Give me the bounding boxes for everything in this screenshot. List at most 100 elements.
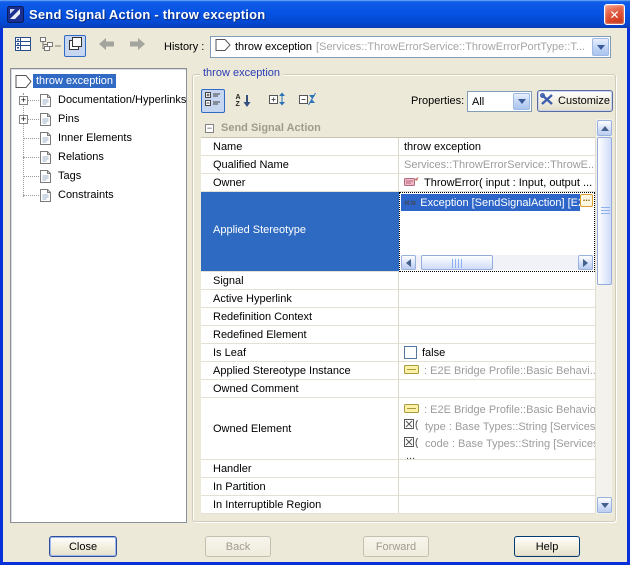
property-row-owned-comment[interactable]: Owned Comment — [201, 380, 595, 398]
expand-all-button[interactable] — [265, 89, 289, 113]
sort-alphabetically-button[interactable]: AZ — [231, 89, 255, 113]
browse-stereotypes-button[interactable]: ... — [580, 194, 593, 207]
property-row-name[interactable]: Name throw exception — [201, 138, 595, 156]
property-row-signal[interactable]: Signal — [201, 272, 595, 290]
cascade-windows-icon — [68, 36, 83, 56]
hscrollbar-thumb[interactable] — [421, 255, 493, 270]
chevron-down-icon — [518, 99, 526, 104]
collapse-minus-icon[interactable]: − — [205, 124, 214, 133]
back-arrow-icon — [99, 37, 115, 55]
tree-connector-stub — [23, 195, 39, 196]
tree-item-documentation[interactable]: + Documentation/Hyperlinks — [11, 91, 186, 110]
history-dropdown[interactable]: throw exception [Services::ThrowErrorSer… — [210, 36, 611, 58]
tree-item-inner-elements[interactable]: Inner Elements — [11, 129, 186, 148]
scroll-down-button[interactable] — [597, 497, 612, 513]
property-row-applied-stereotype[interactable]: Applied Stereotype «» Exception [SendSig… — [201, 192, 595, 272]
properties-dropdown-arrow[interactable] — [513, 93, 530, 110]
section-header-send-signal-action[interactable]: − Send Signal Action — [201, 119, 595, 138]
property-row-redefinition-context[interactable]: Redefinition Context — [201, 308, 595, 326]
property-row-owned-element[interactable]: Owned Element : E2E Bridge Profile::Basi… — [201, 398, 595, 460]
close-icon: ✕ — [609, 8, 619, 22]
properties-filter-value: All — [472, 96, 484, 108]
pin-icon — [404, 419, 420, 434]
stereotype-entry-label: Exception [SendSignalAction] [E2 — [420, 197, 580, 209]
properties-filter-label: Properties: — [411, 95, 464, 107]
vscrollbar-thumb[interactable] — [597, 137, 612, 285]
standard-mode-button[interactable] — [64, 35, 86, 57]
close-button[interactable]: ✕ — [604, 4, 625, 25]
chevron-down-icon — [601, 503, 609, 508]
expand-plus-icon[interactable]: + — [19, 96, 28, 105]
owner-value[interactable]: ThrowError( input : Input, output ... — [424, 177, 592, 189]
tree-view-icon — [39, 36, 55, 56]
document-icon — [39, 93, 52, 111]
tree-item-relations[interactable]: Relations — [11, 148, 186, 167]
send-signal-icon — [215, 38, 231, 57]
chevron-right-icon — [583, 259, 588, 267]
property-row-in-partition[interactable]: In Partition — [201, 478, 595, 496]
scroll-left-button[interactable] — [401, 255, 416, 270]
is-leaf-checkbox[interactable] — [404, 346, 417, 359]
title-bar: Send Signal Action - throw exception ✕ — [0, 0, 630, 28]
tree-connector-stub — [23, 176, 39, 177]
table-vscrollbar[interactable] — [595, 119, 612, 514]
list-view-icon — [15, 37, 31, 56]
owned-element-entry[interactable]: code : Base Types::String [Services: — [404, 436, 595, 453]
tree-item-label: Tags — [55, 169, 84, 183]
scrollbar-grip — [601, 207, 610, 215]
chevron-left-icon — [406, 259, 411, 267]
history-label: History : — [164, 41, 204, 53]
customize-label: Customize — [558, 95, 610, 107]
tree-item-tags[interactable]: Tags — [11, 167, 186, 186]
instance-icon — [404, 404, 419, 416]
owned-element-entry[interactable]: type : Base Types::String [Services: — [404, 418, 595, 435]
document-icon — [39, 112, 52, 130]
properties-groupbox: throw exception AZ — [192, 74, 616, 522]
close-dialog-button[interactable]: Close — [49, 536, 117, 557]
forward-arrow-icon — [129, 37, 145, 55]
tree-item-throw-exception[interactable]: throw exception — [11, 72, 186, 91]
scroll-right-button[interactable] — [578, 255, 593, 270]
app-logo-icon — [7, 6, 24, 23]
scroll-up-button[interactable] — [597, 120, 612, 136]
tree-item-label: Inner Elements — [55, 131, 135, 145]
customize-button[interactable]: Customize — [537, 90, 613, 112]
stereotype-hscrollbar[interactable] — [401, 255, 593, 270]
stereotype-instance-value: : E2E Bridge Profile::Basic Behavi... — [424, 365, 595, 377]
property-row-redefined-element[interactable]: Redefined Element — [201, 326, 595, 344]
property-row-qualified-name[interactable]: Qualified Name Services::ThrowErrorServi… — [201, 156, 595, 174]
toolbar-separator — [55, 45, 61, 47]
sort-az-icon: AZ — [235, 94, 250, 108]
history-dropdown-arrow[interactable] — [592, 38, 609, 56]
tree-item-pins[interactable]: + Pins — [11, 110, 186, 129]
owned-element-entry[interactable]: : E2E Bridge Profile::Basic Behaviour — [404, 401, 595, 418]
properties-view-button[interactable] — [12, 35, 34, 57]
applied-stereotype-editor[interactable]: «» Exception [SendSignalAction] [E2 ... — [399, 192, 595, 272]
tree-item-constraints[interactable]: Constraints — [11, 186, 186, 205]
stereotype-entry-selected[interactable]: «» Exception [SendSignalAction] [E2 — [401, 194, 580, 211]
properties-filter-dropdown[interactable]: All — [467, 91, 532, 112]
document-icon — [39, 150, 52, 168]
back-nav-button[interactable] — [96, 35, 118, 57]
expand-plus-icon[interactable]: + — [19, 115, 28, 124]
collapse-all-button[interactable] — [295, 89, 319, 113]
is-leaf-value: false — [422, 347, 445, 359]
property-table: − Send Signal Action Name throw exceptio… — [201, 119, 595, 514]
help-button[interactable]: Help — [514, 536, 580, 557]
dialog-body: History : throw exception [Services::Thr… — [3, 28, 627, 562]
tree-item-label: Pins — [55, 112, 82, 126]
collapse-all-icon — [299, 92, 316, 111]
property-row-is-leaf[interactable]: Is Leaf false — [201, 344, 595, 362]
property-row-handler[interactable]: Handler — [201, 460, 595, 478]
property-row-applied-stereotype-instance[interactable]: Applied Stereotype Instance : E2E Bridge… — [201, 362, 595, 380]
window-title: Send Signal Action - throw exception — [29, 7, 265, 22]
history-selected-item: throw exception — [235, 41, 312, 53]
property-row-active-hyperlink[interactable]: Active Hyperlink — [201, 290, 595, 308]
forward-nav-button[interactable] — [126, 35, 148, 57]
property-row-in-interruptible-region[interactable]: In Interruptible Region — [201, 496, 595, 514]
tree-item-label: Documentation/Hyperlinks — [55, 93, 187, 107]
chevron-up-icon — [601, 126, 609, 131]
property-row-owner[interactable]: Owner ThrowError( input : Input, output … — [201, 174, 595, 192]
categorized-view-button[interactable] — [201, 89, 225, 113]
navigation-tree: throw exception + Documentation/Hyperlin… — [10, 68, 187, 523]
